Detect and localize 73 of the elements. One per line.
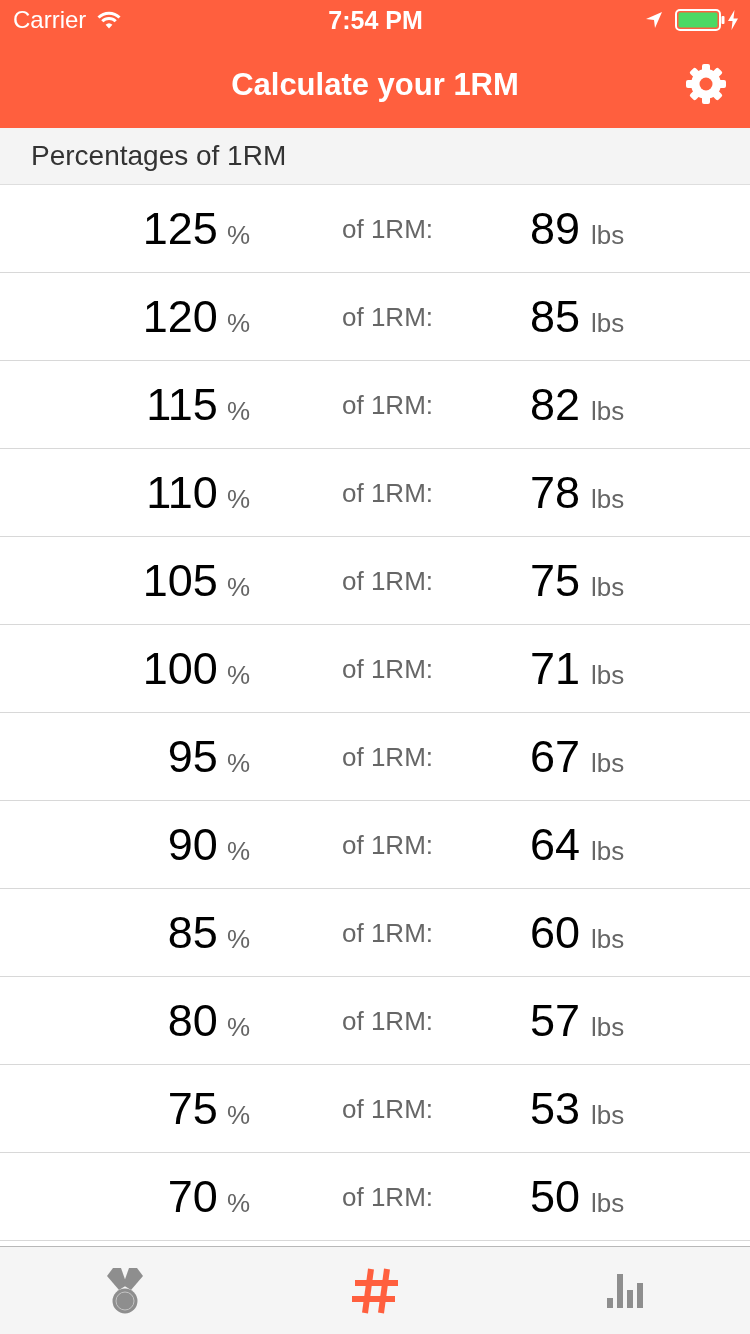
percent-value: 80 <box>167 998 218 1043</box>
weight-unit: lbs <box>591 222 625 248</box>
weight-unit: lbs <box>591 1190 625 1216</box>
nav-title: Calculate your 1RM <box>231 68 519 100</box>
weight-unit: lbs <box>591 1102 625 1128</box>
battery-icon <box>675 9 725 31</box>
percent-value: 125 <box>142 206 218 251</box>
weight-value: 71 <box>530 646 581 691</box>
percent-unit: % <box>226 750 250 776</box>
weight-unit: lbs <box>591 926 625 952</box>
hash-icon <box>351 1267 399 1314</box>
weight-unit: lbs <box>591 838 625 864</box>
percent-value: 70 <box>167 1174 218 1219</box>
row-label: of 1RM: <box>342 215 434 242</box>
percent-value: 95 <box>167 734 218 779</box>
row-label: of 1RM: <box>342 1095 434 1122</box>
row-label: of 1RM: <box>342 567 434 594</box>
percent-value: 120 <box>142 294 218 339</box>
percent-unit: % <box>226 926 250 952</box>
weight-value: 78 <box>530 470 581 515</box>
percent-unit: % <box>226 574 250 600</box>
percent-value: 75 <box>167 1086 218 1131</box>
status-time: 7:54 PM <box>328 7 423 33</box>
percent-value: 115 <box>146 382 218 427</box>
row-label: of 1RM: <box>342 303 434 330</box>
row-label: of 1RM: <box>342 479 434 506</box>
weight-value: 85 <box>530 294 581 339</box>
percent-unit: % <box>226 1102 250 1128</box>
section-header: Percentages of 1RM <box>0 128 750 185</box>
weight-value: 82 <box>530 382 581 427</box>
weight-value: 75 <box>530 558 581 603</box>
weight-unit: lbs <box>591 310 625 336</box>
percent-unit: % <box>226 310 250 336</box>
row-label: of 1RM: <box>342 831 434 858</box>
weight-value: 60 <box>530 910 581 955</box>
weight-unit: lbs <box>591 1014 625 1040</box>
wifi-icon <box>97 11 122 29</box>
charging-bolt-icon <box>728 10 738 30</box>
percent-unit: % <box>226 662 250 688</box>
percent-value: 90 <box>167 822 218 867</box>
percent-unit: % <box>226 1190 250 1216</box>
percent-unit: % <box>226 222 250 248</box>
location-arrow-icon <box>646 12 662 28</box>
weight-value: 53 <box>530 1086 581 1131</box>
percent-value: 110 <box>146 470 218 515</box>
weight-unit: lbs <box>591 398 625 424</box>
percent-value: 100 <box>142 646 218 691</box>
weight-value: 57 <box>530 998 581 1043</box>
percent-unit: % <box>226 838 250 864</box>
percent-unit: % <box>226 398 250 424</box>
weight-unit: lbs <box>591 486 625 512</box>
weight-unit: lbs <box>591 662 625 688</box>
row-label: of 1RM: <box>342 919 434 946</box>
percent-value: 85 <box>167 910 218 955</box>
row-label: of 1RM: <box>342 391 434 418</box>
row-label: of 1RM: <box>342 1183 434 1210</box>
carrier-name: Carrier <box>13 8 87 32</box>
settings-icon <box>686 64 726 104</box>
weight-unit: lbs <box>591 750 625 776</box>
settings-button[interactable] <box>684 62 728 106</box>
row-label: of 1RM: <box>342 655 434 682</box>
medal-icon <box>107 1267 143 1314</box>
weight-value: 89 <box>530 206 581 251</box>
weight-value: 64 <box>530 822 581 867</box>
percent-unit: % <box>226 486 250 512</box>
weight-value: 50 <box>530 1174 581 1219</box>
bar-chart-icon <box>606 1273 644 1308</box>
row-label: of 1RM: <box>342 1007 434 1034</box>
percent-unit: % <box>226 1014 250 1040</box>
percent-value: 105 <box>142 558 218 603</box>
weight-value: 67 <box>530 734 581 779</box>
weight-unit: lbs <box>591 574 625 600</box>
row-label: of 1RM: <box>342 743 434 770</box>
